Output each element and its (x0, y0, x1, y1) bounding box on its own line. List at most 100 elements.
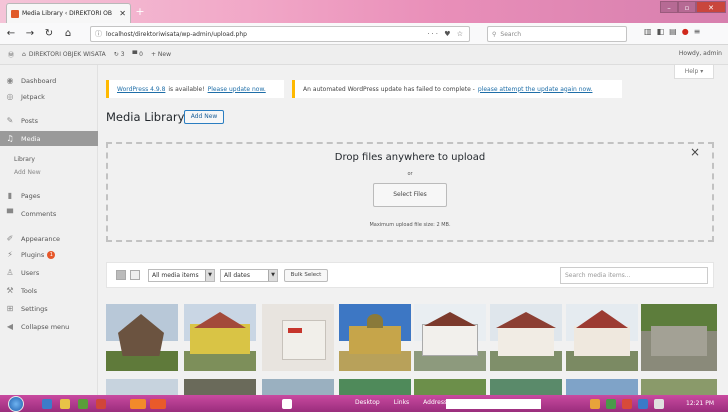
app-icon[interactable] (96, 399, 106, 409)
explorer-icon[interactable] (60, 399, 70, 409)
media-player-icon[interactable] (78, 399, 88, 409)
media-thumbnail[interactable] (106, 304, 178, 371)
sidebar-item-comments[interactable]: ▀ Comments (0, 206, 98, 221)
media-thumbnail[interactable] (641, 379, 717, 395)
comments-icon[interactable]: ▀ (133, 51, 138, 58)
search-icon: ⚲ (492, 30, 497, 38)
sidebar-item-dashboard[interactable]: ◉ Dashboard (0, 73, 98, 88)
list-view-icon[interactable] (130, 270, 140, 280)
grid-view-icon[interactable] (116, 270, 126, 280)
howdy-user[interactable]: Howdy, admin (679, 50, 722, 57)
date-filter[interactable]: All dates ▼ (220, 269, 278, 282)
sidebar-collapse-menu[interactable]: ◀ Collapse menu (0, 319, 98, 334)
media-thumbnail[interactable] (262, 304, 334, 371)
retry-update-link[interactable]: please attempt the update again now. (478, 86, 593, 93)
browser-search-input[interactable]: ⚲ Search (487, 26, 627, 42)
wp-admin-bar: Ⓦ ⌂ DIREKTORI OBJEK WISATA ↻ 3 ▀ 0 + New (0, 45, 728, 65)
media-thumbnail[interactable] (490, 304, 562, 371)
help-tab-button[interactable]: Help ▾ (674, 65, 714, 79)
media-thumbnail[interactable] (641, 304, 717, 371)
forward-icon[interactable]: → (22, 28, 38, 39)
media-type-filter[interactable]: All media items ▼ (148, 269, 215, 282)
site-name[interactable]: DIREKTORI OBJEK WISATA (29, 51, 106, 58)
desktop-toolbar[interactable]: Desktop (355, 399, 380, 406)
add-new-button[interactable]: Add New (184, 110, 224, 124)
library-icon[interactable]: ▥ (644, 27, 652, 36)
wp-logo-icon[interactable]: Ⓦ (8, 50, 14, 59)
plugin-icon: ⚡ (7, 250, 13, 259)
browser-tab[interactable]: Media Library ‹ DIREKTORI OB ✕ (6, 3, 131, 23)
back-icon[interactable]: ← (3, 28, 19, 39)
links-toolbar[interactable]: Links (394, 399, 409, 406)
taskbar-clock[interactable]: 12:21 PM (686, 400, 714, 407)
sidebar-item-users[interactable]: ♙ Users (0, 265, 98, 280)
info-icon[interactable]: ⓘ (95, 29, 102, 39)
sidebar-item-plugins[interactable]: ⚡ Plugins 1 (0, 247, 98, 262)
updates-icon[interactable]: ↻ (114, 51, 119, 58)
taskbar-address-input[interactable] (446, 399, 541, 409)
tray-icon[interactable] (638, 399, 648, 409)
reload-icon[interactable]: ↻ (41, 28, 57, 39)
collapse-icon: ◀ (6, 322, 14, 331)
update-now-link[interactable]: Please update now. (208, 86, 266, 93)
brush-icon: ✐ (6, 234, 14, 243)
app-icon[interactable] (150, 399, 166, 409)
page-title: Media Library (106, 110, 185, 124)
home-icon[interactable]: ⌂ (22, 51, 26, 58)
reader-icon[interactable]: ▤ (669, 27, 677, 36)
sidebar-item-media[interactable]: ♫ Media (0, 131, 98, 146)
media-thumbnail[interactable] (184, 379, 256, 395)
ie-icon[interactable] (42, 399, 52, 409)
update-notice: WordPress 4.9.8 is available! Please upd… (106, 80, 284, 98)
select-files-button[interactable]: Select Files (373, 183, 447, 207)
new-content-button[interactable]: + New (151, 51, 171, 58)
firefox-icon[interactable] (130, 399, 146, 409)
sidebar-item-pages[interactable]: ▮ Pages (0, 188, 98, 203)
updates-count[interactable]: 3 (121, 51, 125, 58)
admin-sidebar: ◉ Dashboard ◎ Jetpack ✎ Posts ♫ Media Librar… (0, 65, 98, 395)
media-thumbnail[interactable] (339, 379, 411, 395)
media-thumbnail[interactable] (414, 304, 486, 371)
media-thumbnail[interactable] (339, 304, 411, 371)
media-thumbnail[interactable] (566, 304, 638, 371)
media-search-input[interactable]: Search media items... (560, 267, 708, 284)
chevron-down-icon: ▼ (205, 270, 214, 281)
tray-icon[interactable] (606, 399, 616, 409)
url-text: localhost/direktoriwisata/wp-admin/uploa… (106, 30, 247, 38)
sidebar-item-jetpack[interactable]: ◎ Jetpack (0, 89, 98, 104)
media-thumbnail[interactable] (566, 379, 638, 395)
sidebar-item-settings[interactable]: ⊞ Settings (0, 301, 98, 316)
bulk-select-button[interactable]: Bulk Select (284, 269, 328, 282)
taskbar-toolbars: Desktop Links Address (355, 399, 447, 406)
new-tab-icon[interactable]: + (133, 5, 147, 19)
sidebar-sub-add-new[interactable]: Add New (14, 169, 41, 176)
close-window-icon[interactable]: ✕ (696, 1, 726, 13)
tray-icon[interactable] (590, 399, 600, 409)
sidebar-sub-library[interactable]: Library (14, 156, 35, 163)
media-thumbnail[interactable] (262, 379, 334, 395)
page-actions[interactable]: ··· ♥ ☆ (427, 30, 465, 38)
sidebar-icon[interactable]: ◧ (657, 27, 665, 36)
media-thumbnail[interactable] (106, 379, 178, 395)
media-thumbnail[interactable] (184, 304, 256, 371)
pin-icon: ✎ (6, 116, 14, 125)
sidebar-item-tools[interactable]: ⚒ Tools (0, 283, 98, 298)
start-button[interactable] (8, 396, 24, 412)
wordpress-version-link[interactable]: WordPress 4.9.8 (117, 86, 165, 93)
minimize-icon[interactable]: – (660, 1, 678, 13)
sidebar-item-posts[interactable]: ✎ Posts (0, 113, 98, 128)
media-thumbnail[interactable] (414, 379, 486, 395)
app-icon[interactable] (282, 399, 292, 409)
comments-count[interactable]: 0 (139, 51, 143, 58)
close-tab-icon[interactable]: ✕ (119, 9, 126, 18)
menu-icon[interactable]: ≡ (694, 27, 701, 36)
sidebar-item-appearance[interactable]: ✐ Appearance (0, 231, 98, 246)
media-thumbnail[interactable] (490, 379, 562, 395)
home-icon[interactable]: ⌂ (60, 28, 76, 39)
address-bar[interactable]: ⓘ localhost/direktoriwisata/wp-admin/upl… (90, 26, 470, 42)
addon-icon[interactable]: ● (682, 27, 689, 36)
tray-icon[interactable] (622, 399, 632, 409)
volume-icon[interactable] (654, 399, 664, 409)
media-icon: ♫ (6, 134, 14, 143)
maximize-icon[interactable]: ▫ (678, 1, 696, 13)
